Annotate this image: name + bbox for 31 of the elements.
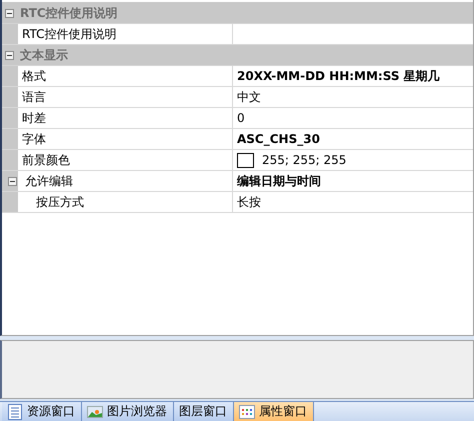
collapse-icon[interactable] xyxy=(5,50,14,60)
property-value: 0 xyxy=(237,111,245,125)
property-value: 中文 xyxy=(237,88,261,106)
row-header xyxy=(2,129,18,149)
picture-icon xyxy=(87,404,103,420)
category-title: 文本显示 xyxy=(20,46,68,64)
row-header xyxy=(2,87,18,107)
collapse-icon[interactable] xyxy=(5,8,14,18)
tab[interactable]: 属性窗口 xyxy=(234,402,314,421)
property-value: 20XX-MM-DD HH:MM:SS 星期几 xyxy=(237,68,440,84)
property-name: 字体 xyxy=(18,129,233,149)
row-header xyxy=(2,108,18,128)
property-name: 按压方式 xyxy=(18,192,233,212)
property-name: 格式 xyxy=(18,66,233,86)
tab[interactable]: 图片浏览器 xyxy=(82,402,174,421)
row-header xyxy=(2,24,18,44)
property-name: 时差 xyxy=(18,108,233,128)
property-name: 前景颜色 xyxy=(18,150,233,170)
tab[interactable]: 图层窗口 xyxy=(174,402,234,421)
property-name: RTC控件使用说明 xyxy=(18,24,233,44)
row-header xyxy=(2,66,18,86)
document-icon xyxy=(7,404,23,420)
property-name: 允许编辑 xyxy=(25,172,73,190)
tab[interactable]: 资源窗口 xyxy=(2,402,82,421)
grid-icon xyxy=(239,404,255,420)
property-value: 长按 xyxy=(237,194,261,210)
property-name: 语言 xyxy=(18,87,233,107)
category-title: RTC控件使用说明 xyxy=(20,4,118,22)
property-value: ASC_CHS_30 xyxy=(237,132,320,146)
property-value: 编辑日期与时间 xyxy=(237,172,321,190)
property-value: 255; 255; 255 xyxy=(262,153,346,167)
